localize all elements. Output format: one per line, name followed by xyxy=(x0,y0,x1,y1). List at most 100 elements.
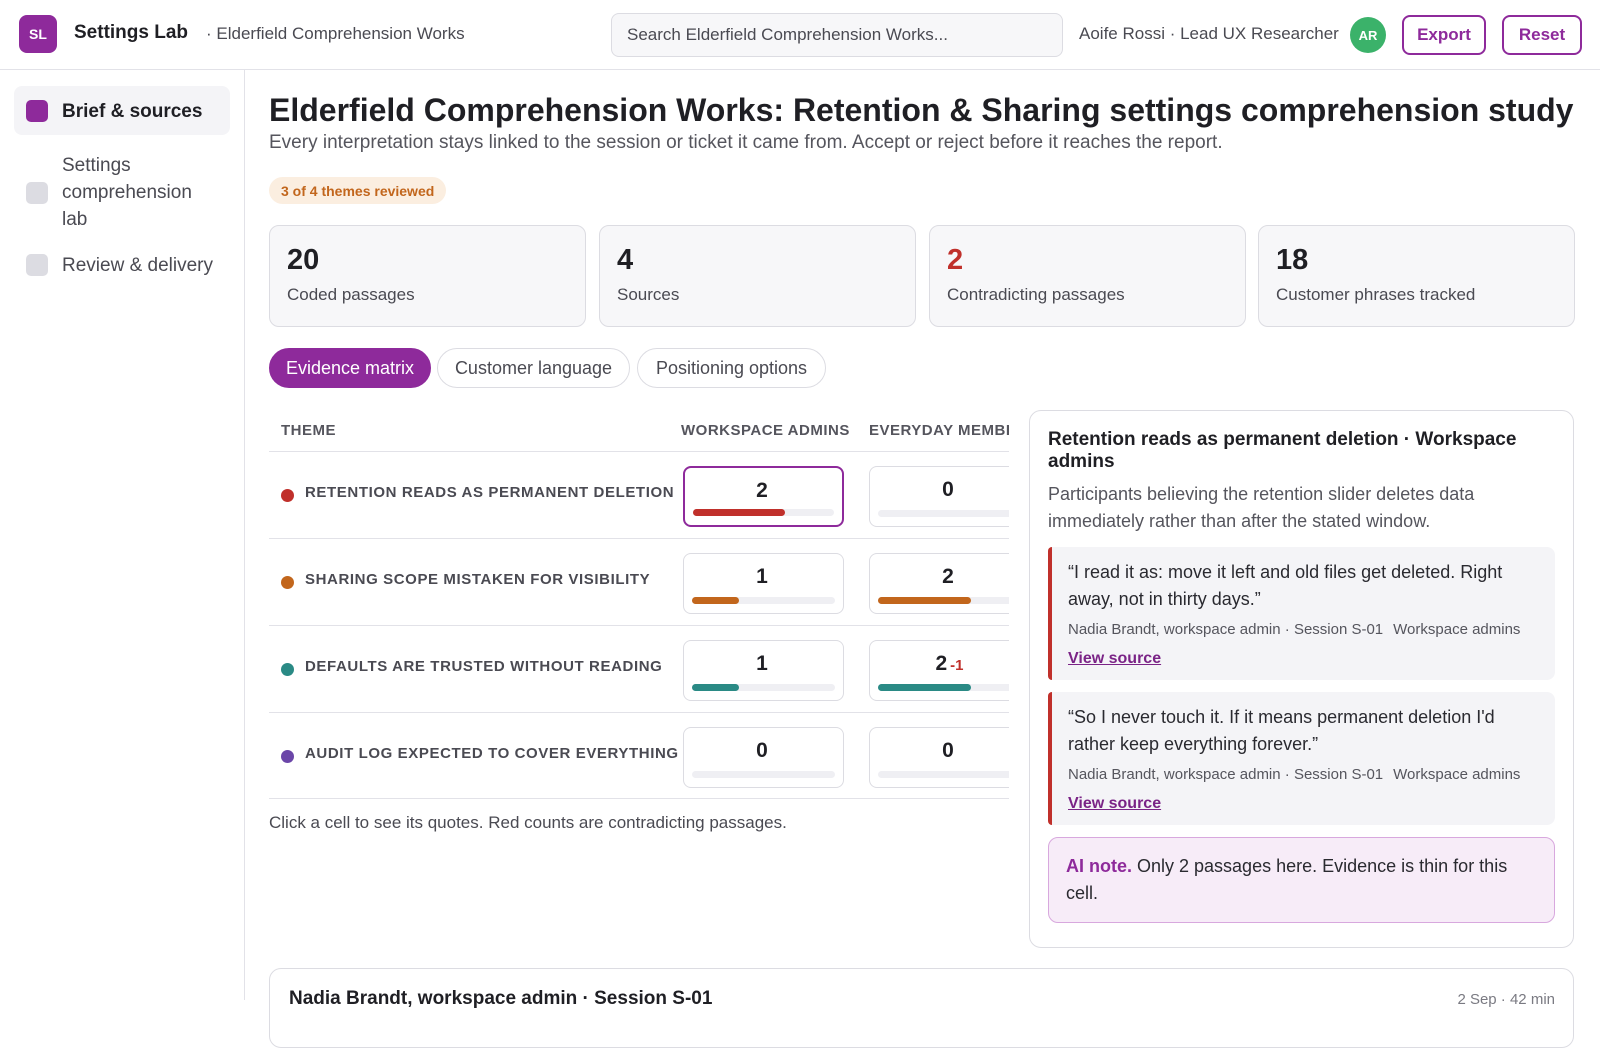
stat-label: Customer phrases tracked xyxy=(1276,285,1476,304)
stat-card-coded-passages: 20 Coded passages xyxy=(269,225,586,327)
cell-bar-track xyxy=(878,510,1009,517)
quote-source: Nadia Brandt, workspace admin · Session … xyxy=(1068,766,1384,783)
matrix-row: AUDIT LOG EXPECTED TO COVER EVERYTHING 0… xyxy=(269,712,1009,799)
review-progress-badge: 3 of 4 themes reviewed xyxy=(269,177,447,204)
step-check-icon xyxy=(26,100,48,122)
cell-bar-fill xyxy=(878,684,971,691)
cell-bar-track xyxy=(693,509,834,516)
cell-count: 0 xyxy=(756,739,768,762)
stat-label: Sources xyxy=(617,285,680,304)
theme-dot xyxy=(281,489,294,502)
app-logo: SL xyxy=(19,15,57,53)
matrix-row: RETENTION READS AS PERMANENT DELETION 2 … xyxy=(269,451,1009,538)
stat-value: 4 xyxy=(617,244,634,276)
sidebar-item-label: Settings comprehension lab xyxy=(62,155,192,230)
theme-label: DEFAULTS ARE TRUSTED WITHOUT READING xyxy=(305,658,663,675)
avatar[interactable]: AR xyxy=(1350,17,1386,53)
cell-contradiction-count: -1 xyxy=(950,657,964,674)
sidebar-item-review-delivery[interactable]: Review & delivery xyxy=(14,246,230,285)
quote-text: “I read it as: move it left and old file… xyxy=(1068,562,1503,609)
user-label: Aoife Rossi · Lead UX Researcher xyxy=(1079,24,1339,43)
export-button[interactable]: Export xyxy=(1402,15,1486,55)
matrix-cell[interactable]: 0 xyxy=(869,466,1009,527)
matrix-cell[interactable]: 0 xyxy=(683,727,844,788)
view-source-link[interactable]: View source xyxy=(1068,650,1161,668)
cell-count: 1 xyxy=(756,565,768,588)
matrix-cell[interactable]: 1 xyxy=(683,640,844,701)
cell-bar-track xyxy=(878,597,1009,604)
app-title: Settings Lab xyxy=(74,22,189,43)
quote-card: “So I never touch it. If it means perman… xyxy=(1048,692,1555,825)
cell-bar-track xyxy=(878,684,1009,691)
matrix-row: SHARING SCOPE MISTAKEN FOR VISIBILITY 1 … xyxy=(269,538,1009,625)
quote-detail-panel: Retention reads as permanent deletion · … xyxy=(1029,410,1574,948)
stat-value: 20 xyxy=(287,244,320,276)
cell-bar-fill xyxy=(692,684,740,691)
quote-segment: Workspace admins xyxy=(1393,766,1521,783)
sidebar-item-brief-sources[interactable]: Brief & sources xyxy=(14,86,230,135)
cell-count: 2 xyxy=(942,565,954,588)
panel-title: Retention reads as permanent deletion · … xyxy=(1048,429,1517,472)
cell-bar-track xyxy=(692,684,835,691)
ai-note-text: Only 2 passages here. Evidence is thin f… xyxy=(1066,856,1508,903)
tab-customer-language[interactable]: Customer language xyxy=(437,348,630,388)
matrix-cell[interactable]: 2 xyxy=(683,466,844,527)
cell-count: 2 xyxy=(756,479,768,502)
theme-dot xyxy=(281,663,294,676)
tab-positioning-options[interactable]: Positioning options xyxy=(637,348,826,388)
matrix-cell[interactable]: 1 xyxy=(683,553,844,614)
theme-dot xyxy=(281,750,294,763)
page-title: Elderfield Comprehension Works: Retentio… xyxy=(269,92,1574,128)
quote-text: “So I never touch it. If it means perman… xyxy=(1068,707,1495,754)
reset-button[interactable]: Reset xyxy=(1502,15,1582,55)
tab-evidence-matrix[interactable]: Evidence matrix xyxy=(269,348,431,388)
sidebar: Brief & sources Settings comprehension l… xyxy=(0,70,245,1000)
sidebar-item-settings-lab[interactable]: Settings comprehension lab xyxy=(14,146,214,239)
sidebar-item-label: Review & delivery xyxy=(62,255,213,276)
cell-bar-fill xyxy=(878,597,971,604)
stat-card-contradicting: 2 Contradicting passages xyxy=(929,225,1246,327)
cell-bar-fill xyxy=(692,597,740,604)
step-check-icon xyxy=(26,182,48,204)
page-subtitle: Every interpretation stays linked to the… xyxy=(269,132,1223,153)
stat-card-phrases: 18 Customer phrases tracked xyxy=(1258,225,1575,327)
theme-label: AUDIT LOG EXPECTED TO COVER EVERYTHING xyxy=(305,745,679,762)
session-card-title: Nadia Brandt, workspace admin · Session … xyxy=(289,988,713,1009)
quote-source: Nadia Brandt, workspace admin · Session … xyxy=(1068,621,1384,638)
theme-label: SHARING SCOPE MISTAKEN FOR VISIBILITY xyxy=(305,571,651,588)
stat-label: Contradicting passages xyxy=(947,285,1125,304)
matrix-hint: Click a cell to see its quotes. Red coun… xyxy=(269,813,787,832)
cell-bar-fill xyxy=(693,509,785,516)
column-header-everyday-members: EVERYDAY MEMBE xyxy=(869,422,1009,439)
workspace-breadcrumb: · Elderfield Comprehension Works xyxy=(206,24,465,43)
cell-bar-track xyxy=(878,771,1009,778)
stat-label: Coded passages xyxy=(287,285,415,304)
matrix-cell[interactable]: 2 xyxy=(869,553,1009,614)
stat-value: 18 xyxy=(1276,244,1309,276)
evidence-matrix: THEME WORKSPACE ADMINS EVERYDAY MEMBE RE… xyxy=(269,405,1009,800)
quote-segment: Workspace admins xyxy=(1393,621,1521,638)
step-check-icon xyxy=(26,254,48,276)
view-source-link[interactable]: View source xyxy=(1068,795,1161,813)
matrix-cell[interactable]: 0 xyxy=(869,727,1009,788)
matrix-cell[interactable]: 2 -1 xyxy=(869,640,1009,701)
sidebar-item-label: Brief & sources xyxy=(62,101,203,122)
cell-count: 0 xyxy=(942,739,954,762)
matrix-row: DEFAULTS ARE TRUSTED WITHOUT READING 1 2… xyxy=(269,625,1009,712)
column-header-workspace-admins: WORKSPACE ADMINS xyxy=(681,422,850,439)
column-header-theme: THEME xyxy=(281,422,336,439)
cell-count: 0 xyxy=(942,478,954,501)
session-card[interactable]: Nadia Brandt, workspace admin · Session … xyxy=(269,968,1574,1048)
cell-bar-track xyxy=(692,771,835,778)
theme-dot xyxy=(281,576,294,589)
ai-note: AI note. Only 2 passages here. Evidence … xyxy=(1048,837,1555,923)
stat-card-sources: 4 Sources xyxy=(599,225,916,327)
cell-bar-track xyxy=(692,597,835,604)
search-input[interactable] xyxy=(611,13,1063,57)
theme-label: RETENTION READS AS PERMANENT DELETION xyxy=(305,484,675,501)
top-bar: SL Settings Lab · Elderfield Comprehensi… xyxy=(0,0,1600,70)
panel-description: Participants believing the retention sli… xyxy=(1048,484,1475,531)
stat-value: 2 xyxy=(947,244,964,276)
quote-card: “I read it as: move it left and old file… xyxy=(1048,547,1555,680)
cell-count: 1 xyxy=(756,652,768,675)
